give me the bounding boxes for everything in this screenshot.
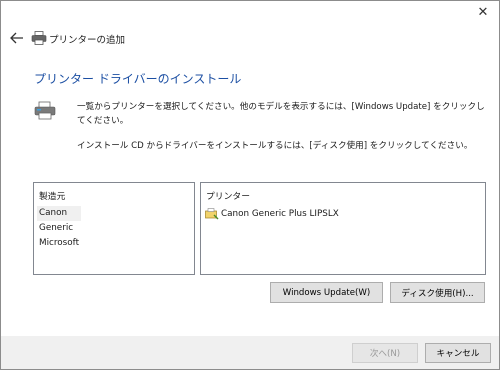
printer-install-icon — [34, 101, 56, 121]
manufacturer-item-microsoft[interactable]: Microsoft — [37, 236, 81, 251]
next-button[interactable]: 次へ(N) — [352, 343, 418, 363]
manufacturer-item-canon[interactable]: Canon — [37, 206, 82, 221]
have-disk-button[interactable]: ディスク使用(H)... — [390, 282, 485, 303]
page-heading: プリンター ドライバーのインストール — [34, 72, 242, 86]
printer-item-label: Canon Generic Plus LIPSLX — [221, 209, 339, 219]
printer-list[interactable]: プリンター Canon Generic Plus LIPSLX — [200, 182, 486, 275]
printer-list-header: プリンター — [206, 192, 250, 202]
close-icon[interactable]: ✕ — [471, 3, 495, 21]
manufacturer-item-generic[interactable]: Generic — [37, 221, 81, 236]
add-printer-window: ✕ プリンターの追加 プリンター ドライバーのインストール 一覧からプリンターを… — [0, 0, 500, 370]
instruction-text-2: インストール CD からドライバーをインストールするには、[ディスク使用] をク… — [77, 141, 473, 151]
back-arrow-icon[interactable] — [9, 31, 25, 45]
windows-update-button[interactable]: Windows Update(W) — [270, 282, 383, 303]
manufacturer-items: Canon Generic Microsoft — [37, 206, 82, 251]
printer-driver-icon — [205, 208, 219, 220]
manufacturer-list-header: 製造元 — [39, 192, 66, 202]
dialog-title: プリンターの追加 — [49, 35, 126, 46]
instruction-text-1: 一覧からプリンターを選択してください。他のモデルを表示するには、[Windows… — [77, 102, 485, 126]
printer-icon — [31, 31, 47, 45]
cancel-button[interactable]: キャンセル — [425, 343, 491, 363]
dialog-footer: 次へ(N) キャンセル — [1, 336, 499, 369]
manufacturer-list[interactable]: 製造元 Canon Generic Microsoft — [33, 182, 195, 275]
printer-item[interactable]: Canon Generic Plus LIPSLX — [205, 207, 339, 221]
